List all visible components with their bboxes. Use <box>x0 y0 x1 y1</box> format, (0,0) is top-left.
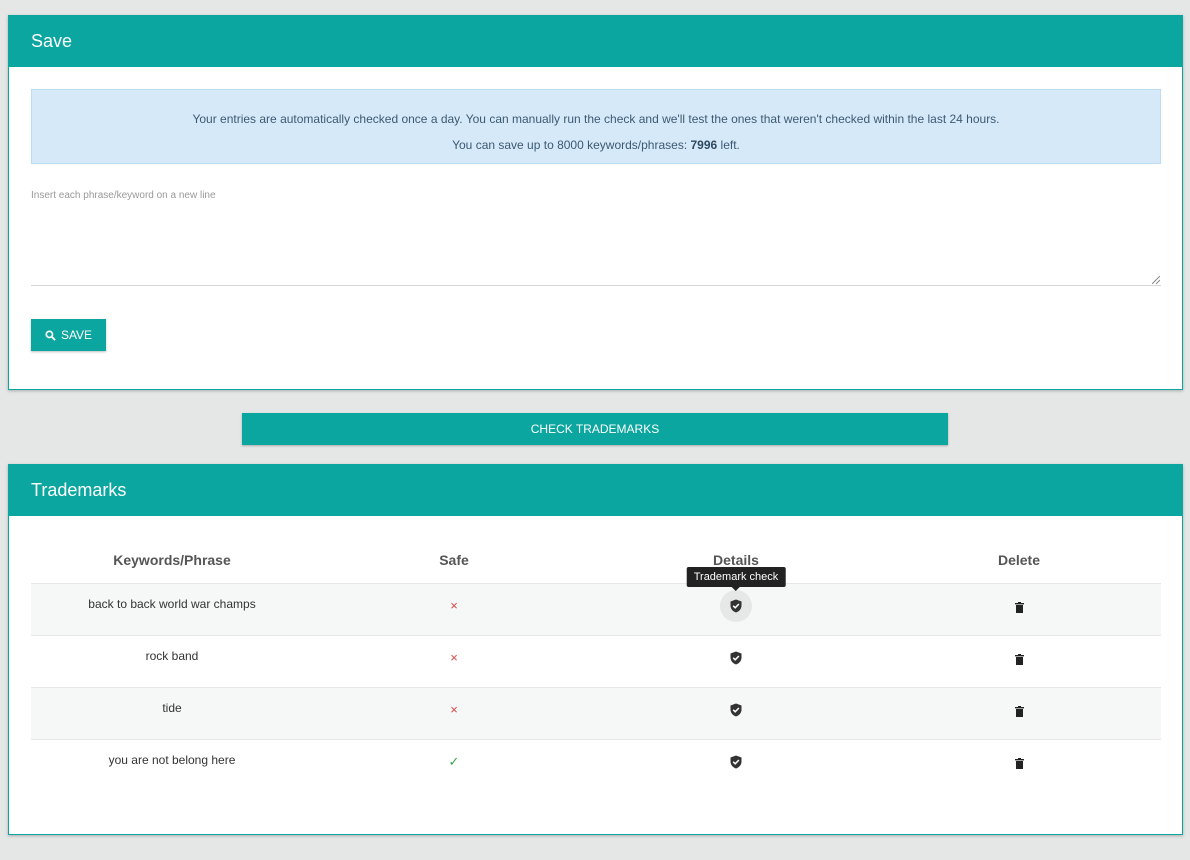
resize-grip-icon[interactable] <box>1152 276 1160 284</box>
keywords-textarea[interactable] <box>31 188 1161 285</box>
safe-cell: × <box>313 686 595 739</box>
info-line-1: Your entries are automatically checked o… <box>192 112 1000 126</box>
delete-cell <box>877 686 1161 739</box>
trademarks-card-title: Trademarks <box>31 480 127 500</box>
shield-check-icon[interactable] <box>720 589 752 622</box>
delete-cell <box>877 738 1161 791</box>
keyword-cell: tide <box>31 686 313 739</box>
details-cell <box>595 686 877 739</box>
trash-icon[interactable] <box>1014 757 1024 772</box>
trademarks-card-header: Trademarks <box>9 465 1182 516</box>
keywords-textarea-wrap <box>31 188 1161 286</box>
safe-cell: ✓ <box>313 738 595 791</box>
trademarks-table: Keywords/Phrase Safe Details Delete back… <box>31 538 1161 791</box>
info-box: Your entries are automatically checked o… <box>31 89 1161 164</box>
unsafe-x-icon: × <box>450 649 458 665</box>
unsafe-x-icon: × <box>450 701 458 717</box>
check-trademarks-label: CHECK TRADEMARKS <box>530 422 660 436</box>
search-icon <box>45 329 56 341</box>
column-header-delete: Delete <box>997 552 1041 569</box>
shield-check-icon[interactable] <box>720 746 752 778</box>
safe-check-icon: ✓ <box>448 753 460 769</box>
table-row: rock band × <box>31 634 1161 687</box>
details-cell <box>595 634 877 687</box>
shield-check-icon[interactable] <box>720 642 752 674</box>
save-card-header: Save <box>9 16 1182 67</box>
unsafe-x-icon: × <box>450 597 458 613</box>
column-header-safe: Safe <box>439 552 469 569</box>
trademarks-card: Trademarks Keywords/Phrase Safe Details … <box>8 464 1183 835</box>
save-card: Save Your entries are automatically chec… <box>8 15 1183 390</box>
column-header-keyword: Keywords/Phrase <box>113 552 231 569</box>
safe-cell: × <box>313 582 595 635</box>
table-header-row: Keywords/Phrase Safe Details Delete <box>31 538 1161 583</box>
save-card-title: Save <box>31 31 73 51</box>
info-line-2-suffix: left. <box>717 138 740 152</box>
details-cell: Trademark check <box>595 566 877 635</box>
keyword-cell: rock band <box>31 634 313 687</box>
trash-icon[interactable] <box>1014 653 1024 668</box>
details-cell <box>595 738 877 791</box>
table-row: you are not belong here ✓ <box>31 738 1161 791</box>
safe-cell: × <box>313 634 595 687</box>
trash-icon[interactable] <box>1014 705 1024 720</box>
info-line-2: You can save up to 8000 keywords/phrases… <box>32 132 1160 158</box>
delete-cell <box>877 634 1161 687</box>
table-row: tide × <box>31 686 1161 739</box>
delete-cell <box>877 582 1161 635</box>
keyword-cell: you are not belong here <box>31 738 313 791</box>
trademark-check-tooltip: Trademark check <box>686 566 786 587</box>
remaining-count: 7996 <box>690 138 718 152</box>
keyword-cell: back to back world war champs <box>31 582 313 635</box>
save-button[interactable]: SAVE <box>31 319 106 351</box>
info-line-2-prefix: You can save up to 8000 keywords/phrases… <box>452 138 691 152</box>
save-button-label: SAVE <box>60 328 93 342</box>
trash-icon[interactable] <box>1014 601 1024 616</box>
check-trademarks-button[interactable]: CHECK TRADEMARKS <box>242 413 948 445</box>
table-row: back to back world war champs × Trademar… <box>31 566 1161 635</box>
shield-check-icon[interactable] <box>720 694 752 726</box>
